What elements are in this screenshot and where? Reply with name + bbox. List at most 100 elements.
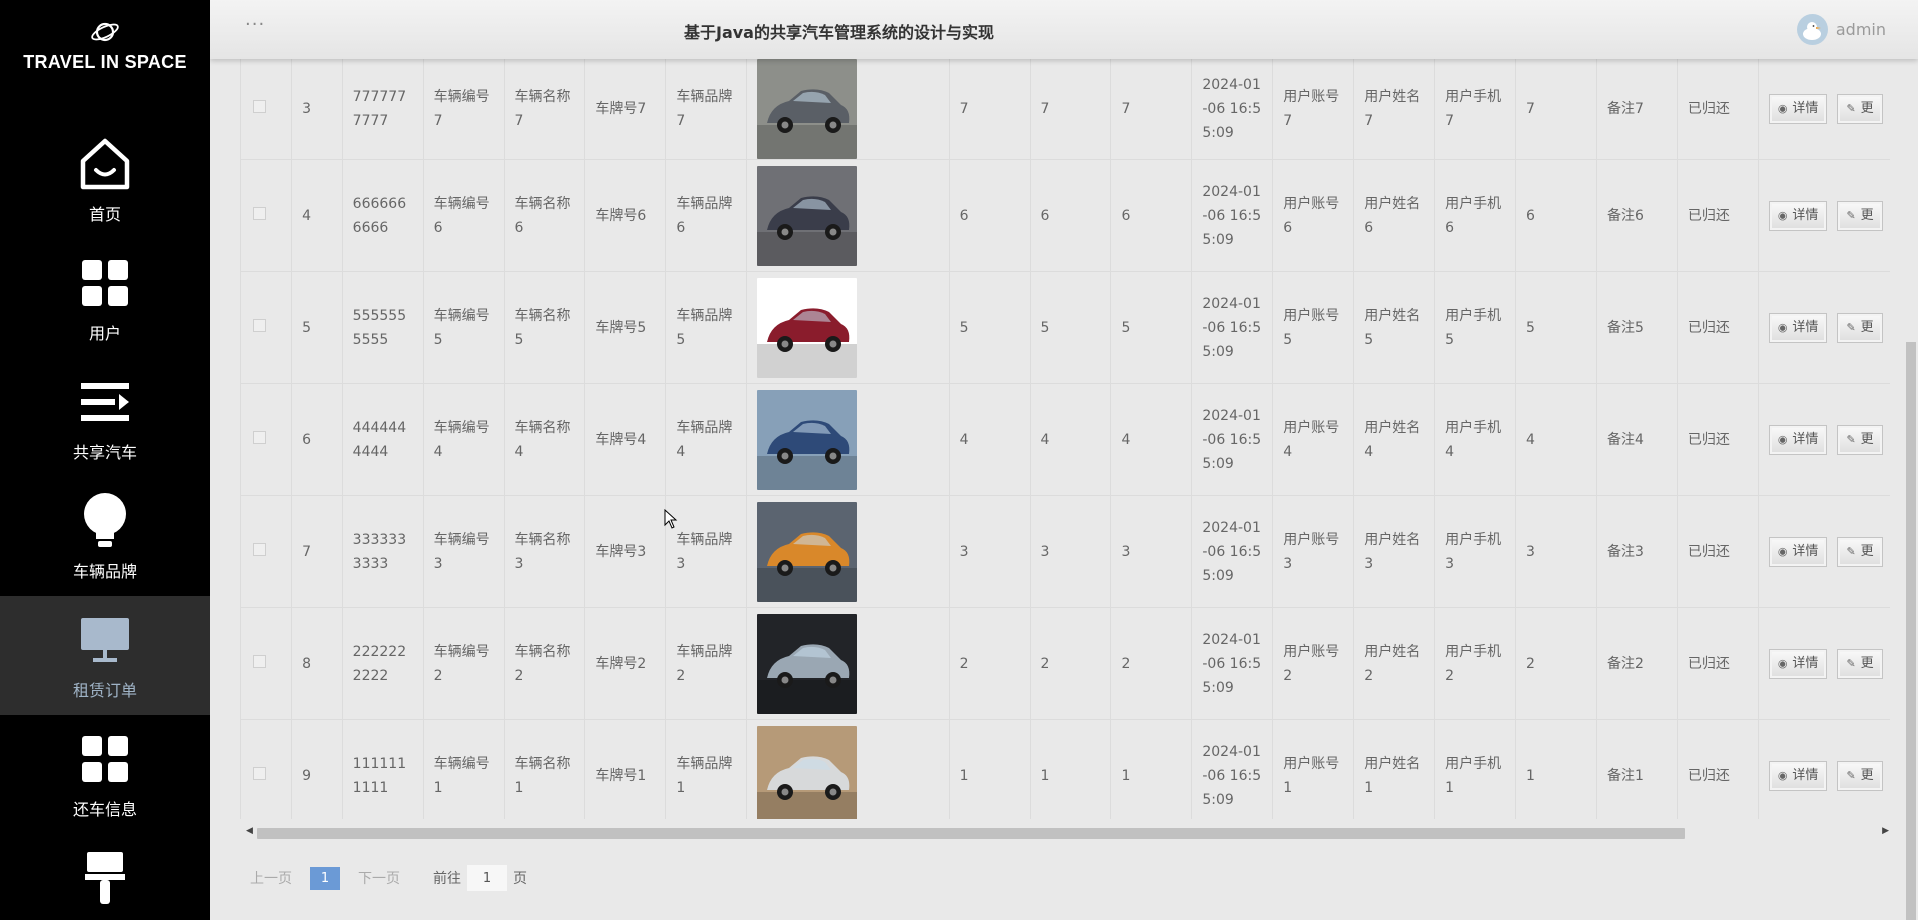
edit-icon: ✎ xyxy=(1846,320,1856,334)
row-checkbox-cell[interactable] xyxy=(241,383,293,496)
cell-brand: 车辆品牌7 xyxy=(665,59,748,160)
cell-d: 4 xyxy=(1515,383,1597,496)
eye-icon: ◉ xyxy=(1777,432,1788,446)
cell-actions: ◉ 详情 ✎ 更 xyxy=(1758,719,1890,819)
detail-button[interactable]: ◉ 详情 xyxy=(1768,760,1828,791)
page-1-button[interactable]: 1 xyxy=(310,866,340,890)
row-checkbox-cell[interactable] xyxy=(241,271,293,384)
table-row[interactable]: 7 3333333333 车辆编号3 车辆名称3 车牌号3 车辆品牌3 3 3 3 2024-01… xyxy=(241,495,1890,608)
cell-plate: 车牌号7 xyxy=(584,59,667,160)
scroll-right-icon[interactable]: ▶ xyxy=(1882,826,1889,836)
cell-time: 2024-01-06 16:55:09 xyxy=(1191,495,1274,608)
cell-uname: 用户姓名1 xyxy=(1353,719,1436,819)
cell-a: 6 xyxy=(949,159,1031,272)
next-page-button[interactable]: 下一页 xyxy=(358,868,400,888)
cell-actions: ◉ 详情 ✎ 更 xyxy=(1758,607,1890,720)
cell-note: 备注2 xyxy=(1596,607,1678,720)
table-row[interactable]: 8 2222222222 车辆编号2 车辆名称2 车牌号2 车辆品牌2 2 2 2 2024-01… xyxy=(241,607,1890,720)
cell-vno: 车辆编号2 xyxy=(423,607,505,720)
sidebar-item-1[interactable]: 用户 xyxy=(0,239,210,358)
scroll-left-icon[interactable]: ◀ xyxy=(246,826,253,836)
edit-button[interactable]: ✎ 更 xyxy=(1837,760,1883,791)
detail-button[interactable]: ◉ 详情 xyxy=(1768,312,1828,343)
vertical-scroll-thumb[interactable] xyxy=(1906,342,1916,920)
row-checkbox-cell[interactable] xyxy=(241,59,293,160)
more-icon[interactable]: ··· xyxy=(245,14,265,35)
cell-vname: 车辆名称1 xyxy=(504,719,586,819)
row-checkbox[interactable] xyxy=(253,766,266,780)
sidebar-item-0[interactable]: 首页 xyxy=(0,120,210,239)
cell-code: 4444444444 xyxy=(342,383,424,496)
goto-page-input[interactable] xyxy=(467,865,507,891)
detail-button[interactable]: ◉ 详情 xyxy=(1768,200,1828,231)
cell-c: 3 xyxy=(1110,495,1193,608)
cell-c: 7 xyxy=(1110,59,1193,160)
horizontal-scrollbar[interactable]: ◀ ▶ xyxy=(240,824,1893,840)
detail-button[interactable]: ◉ 详情 xyxy=(1768,424,1828,455)
sidebar-item-2[interactable]: 共享汽车 xyxy=(0,358,210,477)
detail-label: 详情 xyxy=(1792,543,1819,559)
vertical-scrollbar[interactable] xyxy=(1904,59,1918,920)
table-row[interactable]: 6 4444444444 车辆编号4 车辆名称4 车牌号4 车辆品牌4 4 4 4 2024-01… xyxy=(241,383,1890,496)
edit-button[interactable]: ✎ 更 xyxy=(1837,94,1883,124)
edit-icon: ✎ xyxy=(1846,102,1856,115)
eye-icon: ◉ xyxy=(1777,320,1788,334)
cell-plate: 车牌号2 xyxy=(584,607,667,720)
avatar[interactable] xyxy=(1796,14,1828,45)
prev-page-button[interactable]: 上一页 xyxy=(250,868,292,888)
monitor-icon xyxy=(81,611,129,669)
edit-label: 更 xyxy=(1860,207,1874,223)
table-row[interactable]: 4 6666666666 车辆编号6 车辆名称6 车牌号6 车辆品牌6 6 6 6 2024-01… xyxy=(241,159,1890,272)
row-checkbox[interactable] xyxy=(253,206,266,220)
cell-actions: ◉ 详情 ✎ 更 xyxy=(1758,159,1890,272)
row-checkbox[interactable] xyxy=(253,100,266,113)
list-icon xyxy=(81,373,129,431)
cell-uname: 用户姓名6 xyxy=(1353,159,1436,272)
table-row[interactable]: 5 5555555555 车辆编号5 车辆名称5 车牌号5 车辆品牌5 5 5 5 2024-01… xyxy=(241,271,1890,384)
username[interactable]: admin xyxy=(1836,20,1886,39)
row-checkbox[interactable] xyxy=(253,654,266,668)
cell-code: 6666666666 xyxy=(342,159,424,272)
cell-b: 4 xyxy=(1030,383,1112,496)
car-photo xyxy=(757,165,938,266)
edit-button[interactable]: ✎ 更 xyxy=(1837,200,1883,231)
sidebar-item-6[interactable]: 充值信息 xyxy=(0,834,210,920)
sidebar-item-5[interactable]: 还车信息 xyxy=(0,715,210,834)
cell-plate: 车牌号4 xyxy=(584,383,667,496)
edit-button[interactable]: ✎ 更 xyxy=(1837,312,1883,343)
edit-button[interactable]: ✎ 更 xyxy=(1837,536,1883,567)
row-checkbox[interactable] xyxy=(253,542,266,556)
eye-icon: ◉ xyxy=(1777,102,1788,115)
row-checkbox-cell[interactable] xyxy=(241,607,293,720)
sidebar-item-3[interactable]: 车辆品牌 xyxy=(0,477,210,596)
eye-icon: ◉ xyxy=(1777,208,1788,222)
row-checkbox[interactable] xyxy=(253,430,266,444)
user-menu[interactable]: admin xyxy=(1796,14,1886,45)
detail-button[interactable]: ◉ 详情 xyxy=(1768,648,1828,679)
cell-uname: 用户姓名4 xyxy=(1353,383,1436,496)
detail-button[interactable]: ◉ 详情 xyxy=(1768,94,1828,124)
detail-button[interactable]: ◉ 详情 xyxy=(1768,536,1828,567)
cell-time: 2024-01-06 16:55:09 xyxy=(1191,719,1274,819)
sidebar: TRAVEL IN SPACE 首页用户共享汽车车辆品牌租赁订单还车信息充值信息 xyxy=(0,0,210,920)
row-checkbox-cell[interactable] xyxy=(241,159,293,272)
row-checkbox[interactable] xyxy=(253,318,266,332)
table-row[interactable]: 9 1111111111 车辆编号1 车辆名称1 车牌号1 车辆品牌1 1 1 1 2024-01… xyxy=(241,719,1890,819)
cell-vno: 车辆编号6 xyxy=(423,159,505,272)
cell-code: 3333333333 xyxy=(342,495,424,608)
table-row[interactable]: 3 7777777777 车辆编号7 车辆名称7 车牌号7 车辆品牌7 7 7 7 2024-01… xyxy=(241,59,1890,160)
cell-status: 已归还 xyxy=(1677,495,1759,608)
bulb-icon xyxy=(82,492,128,550)
edit-button[interactable]: ✎ 更 xyxy=(1837,424,1883,455)
cell-status: 已归还 xyxy=(1677,607,1759,720)
sidebar-item-4[interactable]: 租赁订单 xyxy=(0,596,210,715)
sidebar-item-label: 共享汽车 xyxy=(72,442,137,462)
row-checkbox-cell[interactable] xyxy=(241,495,293,608)
cell-a: 4 xyxy=(949,383,1031,496)
scroll-thumb[interactable] xyxy=(257,828,1685,839)
row-checkbox-cell[interactable] xyxy=(241,719,293,819)
cell-b: 2 xyxy=(1030,607,1112,720)
cell-b: 6 xyxy=(1030,159,1112,272)
edit-button[interactable]: ✎ 更 xyxy=(1837,648,1883,679)
cell-a: 5 xyxy=(949,271,1031,384)
